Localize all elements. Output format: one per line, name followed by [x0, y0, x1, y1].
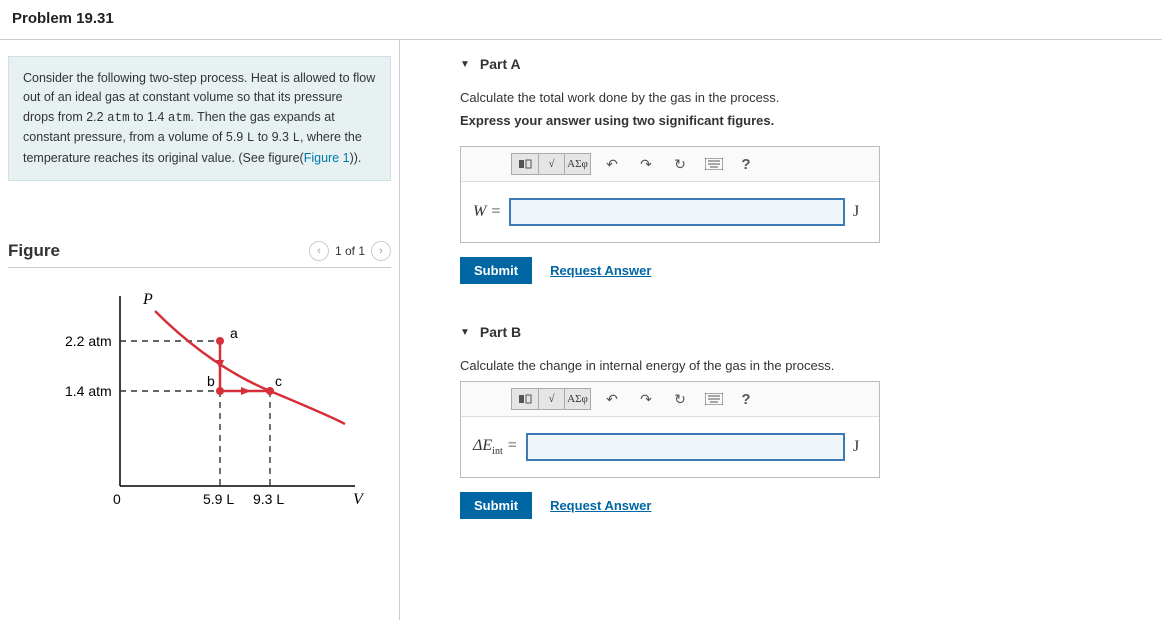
undo-icon[interactable]: ↶ — [599, 388, 625, 410]
part-a-prompt: Calculate the total work done by the gas… — [460, 90, 1142, 105]
y-axis-label: P — [142, 291, 153, 308]
greek-button[interactable]: ΑΣφ — [564, 389, 590, 409]
part-a-block: ▼ Part A Calculate the total work done b… — [460, 56, 1142, 284]
point-c-label: c — [275, 373, 282, 389]
figure-diagram: P V 2.2 atm 1.4 atm 0 5.9 L 9.3 L a — [35, 286, 365, 516]
template-button[interactable] — [512, 154, 538, 174]
part-b-var-label: ΔEint = — [473, 437, 518, 457]
point-b-label: b — [207, 373, 215, 389]
reset-icon[interactable]: ↻ — [667, 388, 693, 410]
radical-button[interactable]: √ — [538, 389, 564, 409]
greek-button[interactable]: ΑΣφ — [564, 154, 590, 174]
part-a-toggle[interactable]: ▼ — [460, 59, 470, 70]
template-button[interactable] — [512, 389, 538, 409]
part-b-answer-box: √ ΑΣφ ↶ ↷ ↻ ? ΔEint = J — [460, 381, 880, 478]
xtick-9.3: 9.3 L — [253, 491, 284, 507]
reset-icon[interactable]: ↻ — [667, 153, 693, 175]
part-b-request-answer[interactable]: Request Answer — [550, 498, 651, 513]
figure-link[interactable]: Figure 1 — [304, 151, 350, 165]
radical-button[interactable]: √ — [538, 154, 564, 174]
part-a-answer-box: √ ΑΣφ ↶ ↷ ↻ ? W = J — [460, 146, 880, 243]
figure-next-button[interactable]: › — [371, 241, 391, 261]
undo-icon[interactable]: ↶ — [599, 153, 625, 175]
part-a-var-label: W = — [473, 203, 501, 221]
keyboard-icon[interactable] — [701, 388, 727, 410]
help-icon[interactable]: ? — [735, 153, 757, 175]
part-a-title: Part A — [480, 56, 521, 72]
part-b-title: Part B — [480, 324, 521, 340]
redo-icon[interactable]: ↷ — [633, 388, 659, 410]
keyboard-icon[interactable] — [701, 153, 727, 175]
part-b-toolbar: √ ΑΣφ ↶ ↷ ↻ ? — [461, 382, 879, 417]
figure-title: Figure — [8, 241, 60, 261]
part-b-input[interactable] — [526, 433, 845, 461]
help-icon[interactable]: ? — [735, 388, 757, 410]
page-header: Problem 19.31 — [0, 0, 1162, 40]
part-b-unit: J — [853, 438, 867, 456]
part-a-request-answer[interactable]: Request Answer — [550, 263, 651, 278]
part-b-prompt: Calculate the change in internal energy … — [460, 358, 1142, 373]
redo-icon[interactable]: ↷ — [633, 153, 659, 175]
origin-label: 0 — [113, 491, 121, 507]
figure-nav: ‹ 1 of 1 › — [309, 241, 391, 261]
main-container: Consider the following two-step process.… — [0, 40, 1162, 620]
ytick-1.4: 1.4 atm — [65, 383, 112, 399]
part-a-input[interactable] — [509, 198, 845, 226]
problem-title: Problem 19.31 — [12, 10, 1150, 27]
left-column: Consider the following two-step process.… — [0, 40, 400, 620]
part-b-toggle[interactable]: ▼ — [460, 327, 470, 338]
part-a-unit: J — [853, 203, 867, 221]
part-b-submit-button[interactable]: Submit — [460, 492, 532, 519]
xtick-5.9: 5.9 L — [203, 491, 234, 507]
figure-counter: 1 of 1 — [335, 244, 365, 258]
right-column: ▼ Part A Calculate the total work done b… — [400, 40, 1162, 559]
part-a-instruction: Express your answer using two significan… — [460, 113, 1142, 128]
figure-prev-button[interactable]: ‹ — [309, 241, 329, 261]
part-a-submit-button[interactable]: Submit — [460, 257, 532, 284]
part-b-block: ▼ Part B Calculate the change in interna… — [460, 324, 1142, 519]
problem-statement: Consider the following two-step process.… — [8, 56, 391, 181]
part-a-toolbar: √ ΑΣφ ↶ ↷ ↻ ? — [461, 147, 879, 182]
point-a-label: a — [230, 325, 238, 341]
figure-header: Figure ‹ 1 of 1 › — [8, 241, 391, 268]
x-axis-label: V — [353, 491, 365, 508]
ytick-2.2: 2.2 atm — [65, 333, 112, 349]
